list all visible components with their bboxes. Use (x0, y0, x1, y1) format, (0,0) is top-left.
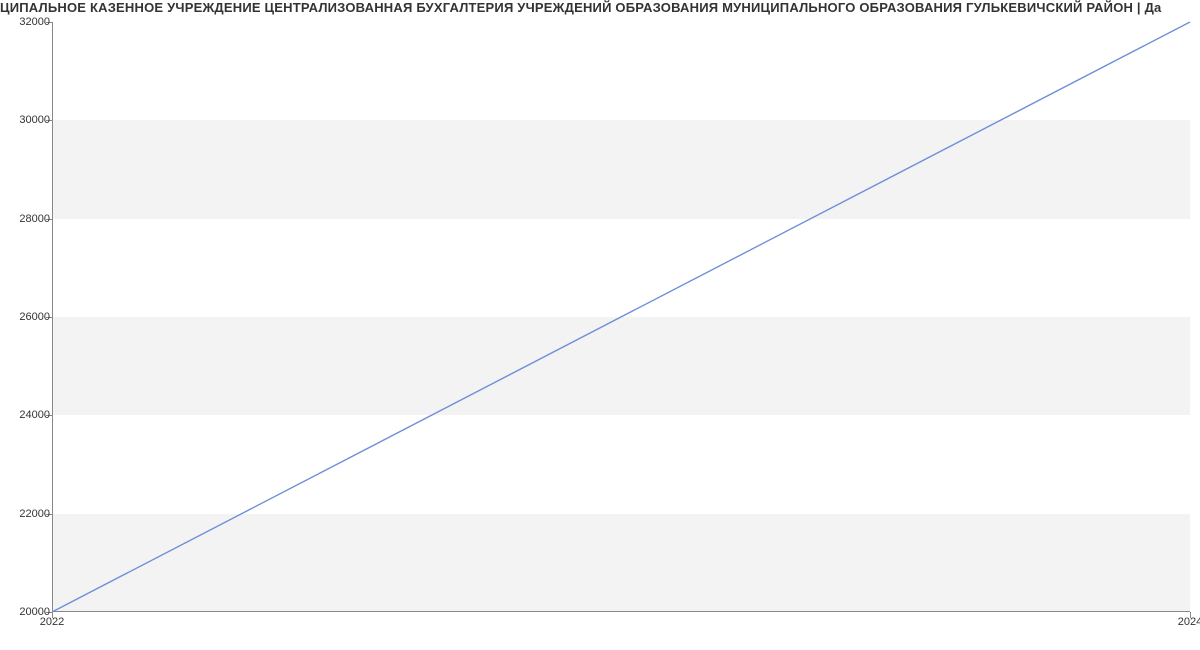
series-line (52, 22, 1190, 612)
y-tick-label: 32000 (2, 16, 50, 28)
x-tick-label: 2022 (40, 616, 64, 628)
chart-title: ЦИПАЛЬНОЕ КАЗЕННОЕ УЧРЕЖДЕНИЕ ЦЕНТРАЛИЗО… (0, 0, 1200, 15)
y-tick-label: 24000 (2, 409, 50, 421)
x-tick-label: 2024 (1178, 616, 1200, 628)
data-line (52, 22, 1190, 612)
plot-area (52, 22, 1190, 612)
y-tick-label: 30000 (2, 114, 50, 126)
y-tick-label: 22000 (2, 508, 50, 520)
y-tick-label: 28000 (2, 213, 50, 225)
y-tick-label: 26000 (2, 311, 50, 323)
chart-container: ЦИПАЛЬНОЕ КАЗЕННОЕ УЧРЕЖДЕНИЕ ЦЕНТРАЛИЗО… (0, 0, 1200, 650)
